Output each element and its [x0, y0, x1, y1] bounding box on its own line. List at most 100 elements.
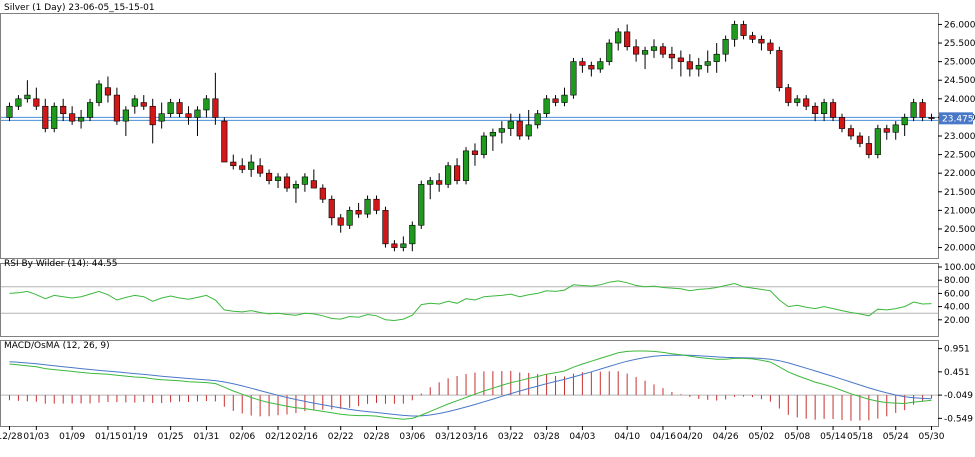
bullish-candle — [722, 39, 729, 55]
date-axis-tick-label: 01/19 — [122, 432, 148, 442]
bullish-candle — [194, 109, 201, 118]
bullish-candle — [86, 102, 94, 118]
bearish-candle — [776, 50, 783, 88]
date-axis-tick-label: 04/03 — [569, 432, 595, 442]
bearish-candle — [382, 210, 389, 245]
date-axis-tick-label: 01/31 — [193, 432, 219, 442]
bearish-candle — [758, 39, 765, 44]
price-axis-tick-label: 20.500 — [944, 225, 975, 235]
bullish-candle — [122, 109, 129, 122]
price-axis-tick-label: 21.500 — [944, 188, 975, 198]
price-axis-tick-label: 20.000 — [944, 244, 975, 254]
bearish-candle — [812, 105, 819, 114]
date-axis-tick-label: 01/03 — [23, 432, 49, 442]
bullish-candle — [543, 98, 550, 114]
bearish-candle — [221, 120, 228, 163]
date-axis-tick-label: 05/30 — [919, 432, 945, 442]
bearish-candle — [668, 53, 675, 59]
bullish-candle — [248, 161, 255, 170]
bearish-candle — [391, 243, 398, 248]
date-axis-tick-label: 05/18 — [847, 432, 873, 442]
bearish-candle — [659, 46, 667, 55]
bullish-candle — [95, 83, 103, 103]
price-axis-tick-label: 26.000 — [944, 20, 975, 30]
date-axis-tick-label: 05/08 — [784, 432, 810, 442]
date-axis-tick-label: 05/14 — [820, 432, 846, 442]
bullish-candle — [650, 46, 658, 51]
bearish-candle — [104, 87, 112, 96]
bullish-candle — [346, 210, 353, 226]
bullish-candle — [418, 184, 425, 226]
bullish-candle — [6, 105, 13, 118]
bearish-candle — [436, 180, 443, 185]
bullish-candle — [794, 98, 801, 103]
bullish-candle — [158, 113, 165, 122]
macd-signal-line — [9, 354, 932, 417]
bearish-candle — [283, 176, 291, 189]
date-axis-tick-label: 04/26 — [713, 432, 739, 442]
rsi-axis-tick-label: 80.00 — [944, 276, 970, 286]
bearish-candle — [471, 150, 479, 155]
bullish-candle — [203, 98, 210, 111]
price-axis-tick-label: 22.000 — [944, 169, 975, 179]
bullish-candle — [480, 135, 488, 155]
bullish-candle — [167, 102, 174, 114]
bullish-candle — [561, 94, 568, 103]
date-axis-tick-label: 03/06 — [399, 432, 425, 442]
rsi-axis-tick-label: 100.00 — [944, 263, 975, 273]
bullish-candle — [570, 61, 577, 96]
bullish-candle — [51, 105, 58, 129]
bearish-candle — [856, 135, 863, 144]
bullish-candle — [462, 150, 470, 181]
bearish-candle — [803, 98, 810, 107]
bullish-candle — [615, 31, 622, 44]
bearish-candle — [847, 128, 855, 137]
date-axis-tick-label: 05/24 — [883, 432, 909, 442]
macd-panel-title: MACD/OsMA (12, 26, 9) — [4, 341, 110, 351]
bullish-candle — [606, 42, 613, 62]
date-axis-tick-label: 03/16 — [462, 432, 488, 442]
bullish-candle — [731, 24, 738, 40]
rsi-panel-title: RSI By Wilder (14): 44.55 — [4, 259, 118, 269]
bearish-candle — [310, 180, 317, 189]
bearish-candle — [230, 161, 237, 167]
bearish-candle — [579, 61, 586, 66]
bearish-candle — [185, 113, 192, 118]
date-axis-tick-label: 04/20 — [677, 432, 703, 442]
date-axis-tick-label: 05/02 — [748, 432, 774, 442]
bullish-candle — [78, 117, 85, 122]
rsi-axis-tick-label: 60.00 — [944, 289, 970, 299]
bullish-candle — [910, 102, 917, 118]
date-axis-tick-label: 04/16 — [650, 432, 676, 442]
macd-axis-tick-label: 0.951 — [944, 345, 970, 355]
bearish-candle — [60, 105, 67, 114]
panel-frame — [0, 340, 939, 427]
bullish-candle — [445, 165, 452, 185]
bearish-candle — [42, 105, 49, 129]
price-axis-tick-label: 24.000 — [944, 95, 975, 105]
bearish-candle — [239, 165, 246, 170]
bearish-candle — [33, 98, 40, 107]
bullish-candle — [301, 176, 308, 185]
macd-line — [9, 350, 932, 420]
bearish-candle — [373, 198, 380, 211]
bullish-candle — [704, 61, 711, 66]
panel-frame — [0, 263, 939, 337]
bearish-candle — [740, 24, 747, 36]
bullish-candle — [597, 61, 604, 70]
bearish-candle — [829, 102, 837, 118]
bearish-candle — [453, 165, 461, 181]
bullish-candle — [534, 113, 541, 126]
bearish-candle — [633, 46, 640, 55]
bullish-candle — [695, 65, 702, 70]
bearish-candle — [686, 61, 693, 70]
price-panel-title: Silver (1 Day) 23-06-05_15-15-01 — [4, 3, 155, 13]
price-axis-tick-label: 25.000 — [944, 58, 975, 68]
bearish-candle — [677, 57, 684, 62]
date-axis-tick-label: 01/09 — [59, 432, 85, 442]
date-axis-tick-label: 02/28 — [364, 432, 390, 442]
bearish-candle — [749, 35, 756, 40]
bullish-candle — [364, 198, 371, 215]
bearish-candle — [113, 94, 120, 122]
date-axis-tick-label: 02/16 — [292, 432, 318, 442]
